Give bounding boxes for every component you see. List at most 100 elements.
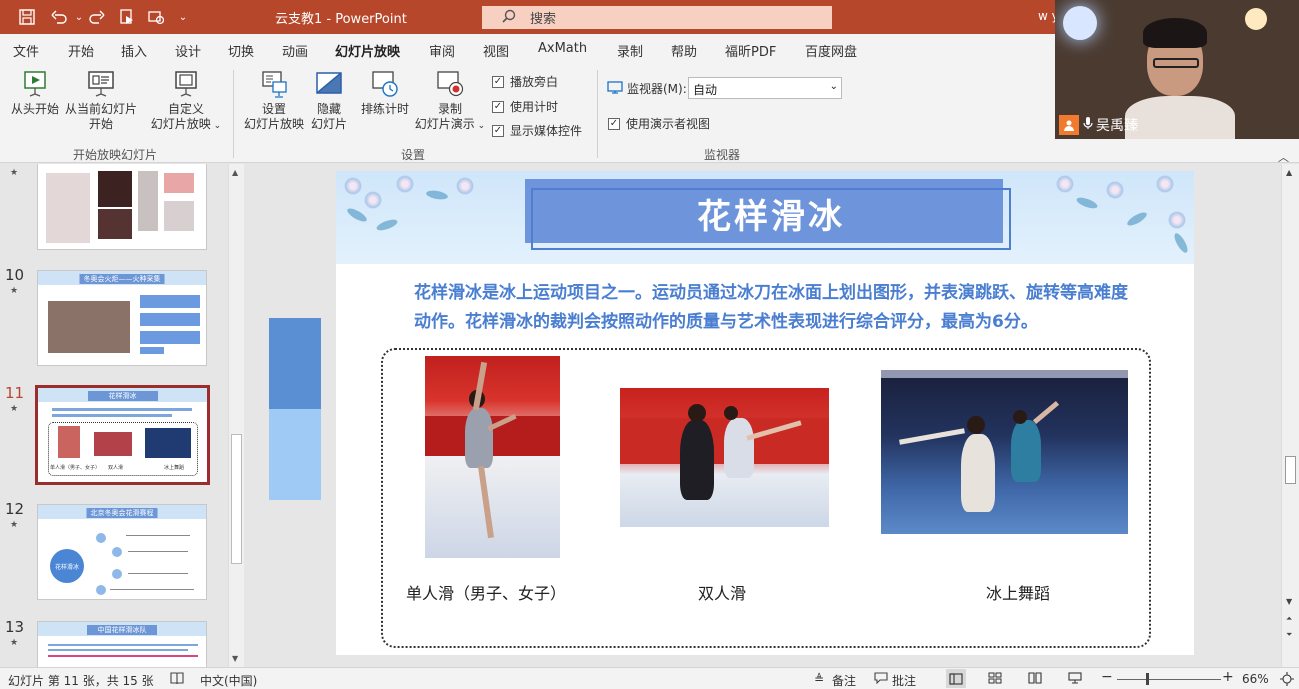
scroll-up-icon[interactable]: ▲ (232, 168, 238, 177)
thumbnail-title: 冬奥会火炬——火种采集 (79, 274, 165, 284)
from-beginning-icon[interactable] (116, 6, 138, 28)
scrollbar-thumb[interactable] (231, 434, 242, 564)
thumbnail-image (98, 171, 132, 207)
use-timings-checkbox[interactable]: ✓ 使用计时 (492, 98, 558, 115)
tab-foxit-pdf[interactable]: 福昕PDF (725, 41, 776, 60)
slide-show-view-icon[interactable] (1068, 672, 1082, 687)
slide-sorter-icon[interactable] (988, 672, 1002, 687)
tab-home[interactable]: 开始 (68, 41, 94, 60)
ceiling-light (1245, 8, 1267, 30)
tab-slide-show[interactable]: 幻灯片放映 (335, 41, 401, 66)
reading-view-icon[interactable] (1028, 672, 1042, 687)
slide-title[interactable]: 花样滑冰 (697, 189, 845, 238)
flower-decoration (1156, 175, 1174, 193)
from-current-label-2: 开始 (88, 117, 113, 131)
offslide-shape-dark[interactable] (269, 318, 321, 409)
tab-view[interactable]: 视图 (483, 41, 509, 60)
title-box[interactable]: 花样滑冰 (531, 188, 1011, 250)
undo-icon[interactable] (48, 6, 70, 28)
fit-to-window-icon[interactable] (1280, 672, 1294, 689)
tab-animations[interactable]: 动画 (282, 41, 308, 60)
pairs-skating-photo[interactable] (620, 388, 829, 527)
custom-slide-show-button[interactable]: 自定义 幻灯片放映 ⌄ (146, 70, 226, 134)
window-title: 云支教1 - PowerPoint (275, 12, 407, 27)
rehearse-timings-button[interactable]: 排练计时 (357, 70, 413, 117)
ice-dance-photo[interactable] (881, 370, 1128, 534)
setup-label-2: 幻灯片放映 (243, 117, 304, 131)
zoom-slider-thumb[interactable] (1146, 673, 1149, 685)
thumbnail-header: 花样滑冰 (38, 388, 207, 402)
from-current-slide-button[interactable]: 从当前幻灯片 开始 (62, 70, 140, 132)
tab-help[interactable]: 帮助 (671, 41, 697, 60)
scroll-up-icon[interactable]: ▲ (1286, 168, 1292, 177)
save-icon[interactable] (16, 6, 38, 28)
star-icon: ★ (10, 168, 19, 178)
custom-slide-show-icon (171, 70, 201, 98)
hide-slide-button[interactable]: 隐藏 幻灯片 (306, 70, 352, 132)
setup-slide-show-button[interactable]: 设置 幻灯片放映 (240, 70, 308, 132)
thumbnail-title: 北京冬奥会花滑赛程 (86, 508, 158, 518)
tab-baidu-netdisk[interactable]: 百度网盘 (805, 41, 857, 60)
zoom-out-button[interactable]: − (1101, 669, 1113, 685)
previous-slide-icon[interactable]: ⏶ (1286, 614, 1292, 624)
thumbnail-center-node: 花样滑冰 (50, 549, 84, 583)
scrollbar-thumb[interactable] (1285, 456, 1296, 484)
offslide-shape-light[interactable] (269, 409, 321, 500)
tab-record[interactable]: 录制 (617, 41, 643, 60)
slide-thumbnail-pane[interactable]: ★ 10 ★ 冬奥会火炬——火种采集 11 ★ 花样滑冰 单人滑（男子、女子） … (0, 164, 246, 667)
single-skating-photo[interactable] (425, 356, 560, 558)
scroll-down-icon[interactable]: ▼ (1286, 597, 1292, 606)
slide-thumbnail[interactable]: 冬奥会火炬——火种采集 (37, 270, 207, 366)
scroll-down-icon[interactable]: ▼ (232, 654, 238, 663)
slide-thumbnail-active[interactable]: 花样滑冰 单人滑（男子、女子） 双人滑 冰上舞蹈 (35, 385, 210, 485)
next-slide-icon[interactable]: ⏷ (1286, 630, 1292, 640)
zoom-level[interactable]: 66% (1242, 672, 1269, 686)
from-current-icon (86, 70, 116, 98)
zoom-in-button[interactable]: + (1222, 669, 1234, 685)
slide-vertical-scrollbar[interactable]: ▲ ▼ ⏶ ⏷ (1281, 164, 1299, 667)
slide-description[interactable]: 花样滑冰是冰上运动项目之一。运动员通过冰刀在冰面上划出图形，并表演跳跃、旋转等高… (414, 279, 1144, 337)
from-beginning-button[interactable]: 从头开始 (8, 70, 62, 117)
notes-button[interactable]: 备注 (832, 672, 856, 689)
thumbnail-scrollbar[interactable]: ▲ ▼ (228, 164, 244, 667)
comments-button[interactable]: 批注 (892, 672, 916, 689)
slide-thumbnail[interactable] (37, 164, 207, 250)
checkmark-icon: ✓ (492, 100, 504, 113)
quick-access-dropdown-icon[interactable]: ⌄ (172, 6, 194, 28)
record-slide-show-button[interactable]: 录制 幻灯片演示 ⌄ (412, 70, 488, 134)
skater-figure (961, 434, 995, 512)
show-media-controls-checkbox[interactable]: ✓ 显示媒体控件 (492, 122, 582, 139)
caption-ice-dance[interactable]: 冰上舞蹈 (986, 580, 1050, 604)
customize-icon[interactable] (145, 6, 167, 28)
accessibility-icon[interactable] (170, 672, 184, 688)
tab-insert[interactable]: 插入 (121, 41, 147, 60)
zoom-slider-track[interactable] (1117, 679, 1221, 680)
slide-thumbnail[interactable]: 中国花样滑冰队 (37, 621, 207, 667)
search-box[interactable]: 搜索 (482, 6, 832, 29)
slide-count: 幻灯片 第 11 张，共 15 张 (8, 674, 154, 688)
redo-icon[interactable] (86, 6, 108, 28)
current-slide[interactable]: 花样滑冰 花样滑冰是冰上运动项目之一。运动员通过冰刀在冰面上划出图形，并表演跳跃… (336, 171, 1194, 655)
thumbnail-image (98, 209, 132, 239)
play-narrations-label: 播放旁白 (510, 75, 559, 89)
presenter-view-checkbox[interactable]: ✓ 使用演示者视图 (608, 115, 710, 132)
play-narrations-checkbox[interactable]: ✓ 播放旁白 (492, 73, 558, 90)
caption-pairs[interactable]: 双人滑 (698, 580, 746, 604)
tab-axmath[interactable]: AxMath (538, 41, 587, 56)
slide-thumbnail[interactable]: 北京冬奥会花滑赛程 花样滑冰 (37, 504, 207, 600)
hide-label-1: 隐藏 (316, 102, 341, 116)
tab-design[interactable]: 设计 (175, 41, 201, 60)
collapse-ribbon-icon[interactable]: ︿ (1278, 149, 1289, 165)
caption-single[interactable]: 单人滑（男子、女子） (406, 580, 566, 604)
normal-view-icon[interactable] (946, 669, 966, 688)
tab-file[interactable]: 文件 (13, 41, 39, 60)
language-indicator[interactable]: 中文(中国) (200, 672, 257, 689)
rehearse-timings-icon (370, 70, 400, 98)
checkmark-icon: ✓ (492, 124, 504, 137)
ceiling-light (1063, 6, 1097, 40)
thumbnail-node (112, 569, 122, 579)
tab-review[interactable]: 审阅 (429, 41, 455, 60)
tab-transitions[interactable]: 切换 (228, 41, 254, 60)
monitor-select[interactable]: 自动 ⌄ (688, 77, 842, 99)
video-call-overlay[interactable]: 吴禹臻 (1055, 0, 1299, 139)
